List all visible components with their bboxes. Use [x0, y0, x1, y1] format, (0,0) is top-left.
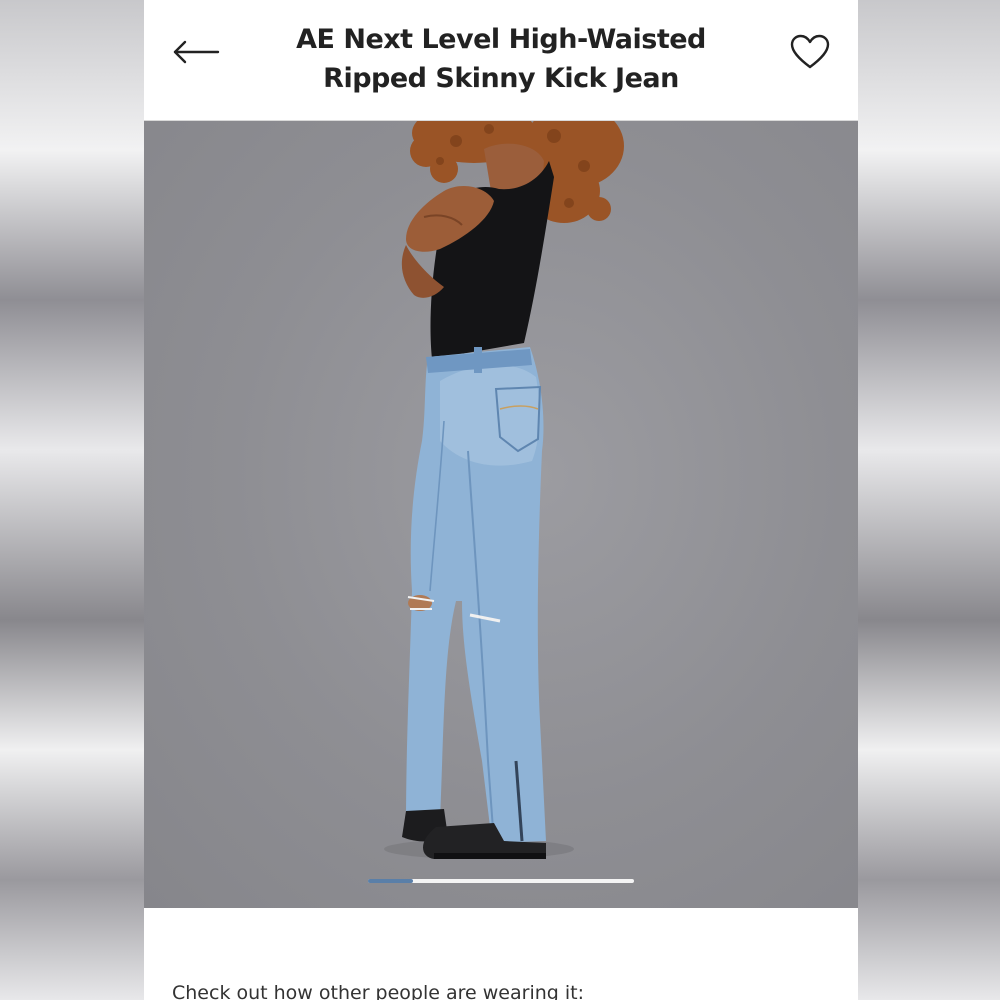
carousel-progress-track[interactable] [368, 879, 634, 883]
product-screen: AE Next Level High-Waisted Ripped Skinny… [144, 0, 858, 1000]
arrow-left-icon [173, 40, 220, 64]
header: AE Next Level High-Waisted Ripped Skinny… [144, 0, 858, 120]
page-title: AE Next Level High-Waisted Ripped Skinny… [296, 24, 706, 94]
social-section-heading: Check out how other people are wearing i… [172, 982, 584, 1000]
heart-outline-icon [790, 34, 830, 69]
background-left [0, 0, 144, 1000]
product-photo [384, 121, 624, 859]
background-right [858, 0, 1000, 1000]
favorite-button[interactable] [788, 30, 832, 74]
social-section: Check out how other people are wearing i… [144, 908, 858, 1000]
back-button[interactable] [168, 30, 224, 74]
carousel-progress-indicator [368, 879, 414, 883]
product-image-carousel[interactable] [144, 121, 858, 908]
